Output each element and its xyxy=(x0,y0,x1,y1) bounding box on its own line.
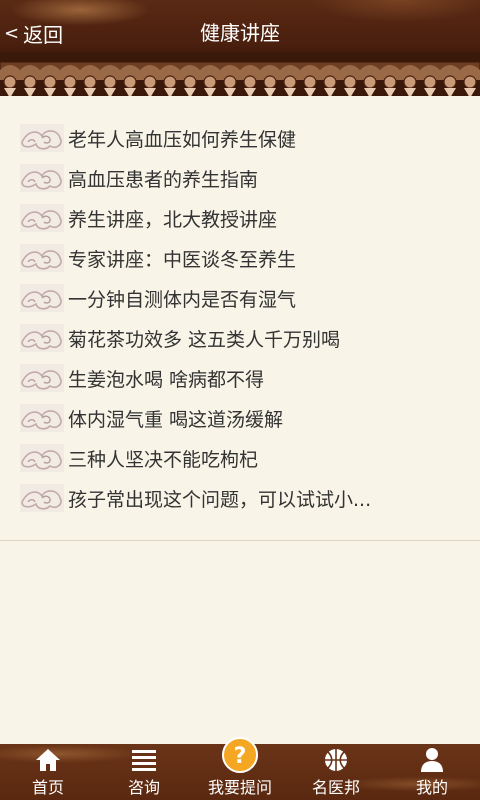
svg-text:?: ? xyxy=(234,744,247,769)
list-item[interactable]: 生姜泡水喝 啥病都不得 xyxy=(0,358,480,398)
list-item[interactable]: 一分钟自测体内是否有湿气 xyxy=(0,278,480,318)
tab-famous-doctors[interactable]: 名医邦 xyxy=(288,744,384,800)
list-divider xyxy=(0,540,480,541)
home-icon xyxy=(36,749,60,771)
list-icon xyxy=(132,750,156,771)
tab-mine[interactable]: 我的 xyxy=(384,744,480,800)
list-item-title: 生姜泡水喝 啥病都不得 xyxy=(68,368,265,391)
list-item-title: 三种人坚决不能吃枸杞 xyxy=(68,448,259,471)
tab-consult-label: 咨询 xyxy=(127,778,160,797)
cloud-ornament-icon xyxy=(20,324,64,352)
list-item-title: 专家讲座：中医谈冬至养生 xyxy=(68,248,297,271)
page-title: 健康讲座 xyxy=(200,21,280,45)
list-item-title: 一分钟自测体内是否有湿气 xyxy=(68,288,297,311)
cloud-ornament-icon xyxy=(20,364,64,392)
cloud-ornament-icon xyxy=(20,204,64,232)
cloud-ornament-icon xyxy=(20,164,64,192)
tab-ask-question[interactable]: ? 我要提问 xyxy=(192,737,288,800)
cloud-ornament-icon xyxy=(20,124,64,152)
list-item[interactable]: 老年人高血压如何养生保健 xyxy=(0,118,480,158)
list-item-title: 孩子常出现这个问题，可以试试小... xyxy=(68,488,372,511)
question-icon: ? xyxy=(222,737,258,773)
roof-tile-decoration xyxy=(0,52,480,100)
list-item[interactable]: 体内湿气重 喝这道汤缓解 xyxy=(0,398,480,438)
cloud-ornament-icon xyxy=(20,284,64,312)
cloud-ornament-icon xyxy=(20,444,64,472)
tab-home-label: 首页 xyxy=(31,778,64,797)
list-item[interactable]: 孩子常出现这个问题，可以试试小... xyxy=(0,478,480,518)
tab-ask-question-label: 我要提问 xyxy=(207,778,272,797)
list-item-title: 养生讲座，北大教授讲座 xyxy=(68,208,278,231)
cloud-ornament-icon xyxy=(20,484,64,512)
list-item[interactable]: 专家讲座：中医谈冬至养生 xyxy=(0,238,480,278)
list-item[interactable]: 养生讲座，北大教授讲座 xyxy=(0,198,480,238)
basketball-icon xyxy=(325,749,347,771)
cloud-ornament-icon xyxy=(20,404,64,432)
header: < 返回 健康讲座 xyxy=(0,0,480,100)
list-item-title: 体内湿气重 喝这道汤缓解 xyxy=(68,408,284,431)
bottom-tab-bar: 首页 咨询 ? 我要提问 名医邦 我的 xyxy=(0,737,480,800)
lecture-list: 老年人高血压如何养生保健 高血压患者的养生指南 养生讲座，北大教授讲座 专家讲座… xyxy=(0,118,480,518)
list-item-title: 老年人高血压如何养生保健 xyxy=(68,128,297,151)
list-item[interactable]: 三种人坚决不能吃枸杞 xyxy=(0,438,480,478)
list-item[interactable]: 高血压患者的养生指南 xyxy=(0,158,480,198)
tab-mine-label: 我的 xyxy=(415,778,448,797)
user-icon xyxy=(421,748,443,772)
list-item[interactable]: 菊花茶功效多 这五类人千万别喝 xyxy=(0,318,480,358)
tab-famous-doctors-label: 名医邦 xyxy=(311,778,360,797)
list-item-title: 菊花茶功效多 这五类人千万别喝 xyxy=(68,328,341,351)
tab-consult[interactable]: 咨询 xyxy=(96,744,192,800)
tab-home[interactable]: 首页 xyxy=(0,744,96,800)
list-item-title: 高血压患者的养生指南 xyxy=(68,168,259,191)
cloud-ornament-icon xyxy=(20,244,64,272)
